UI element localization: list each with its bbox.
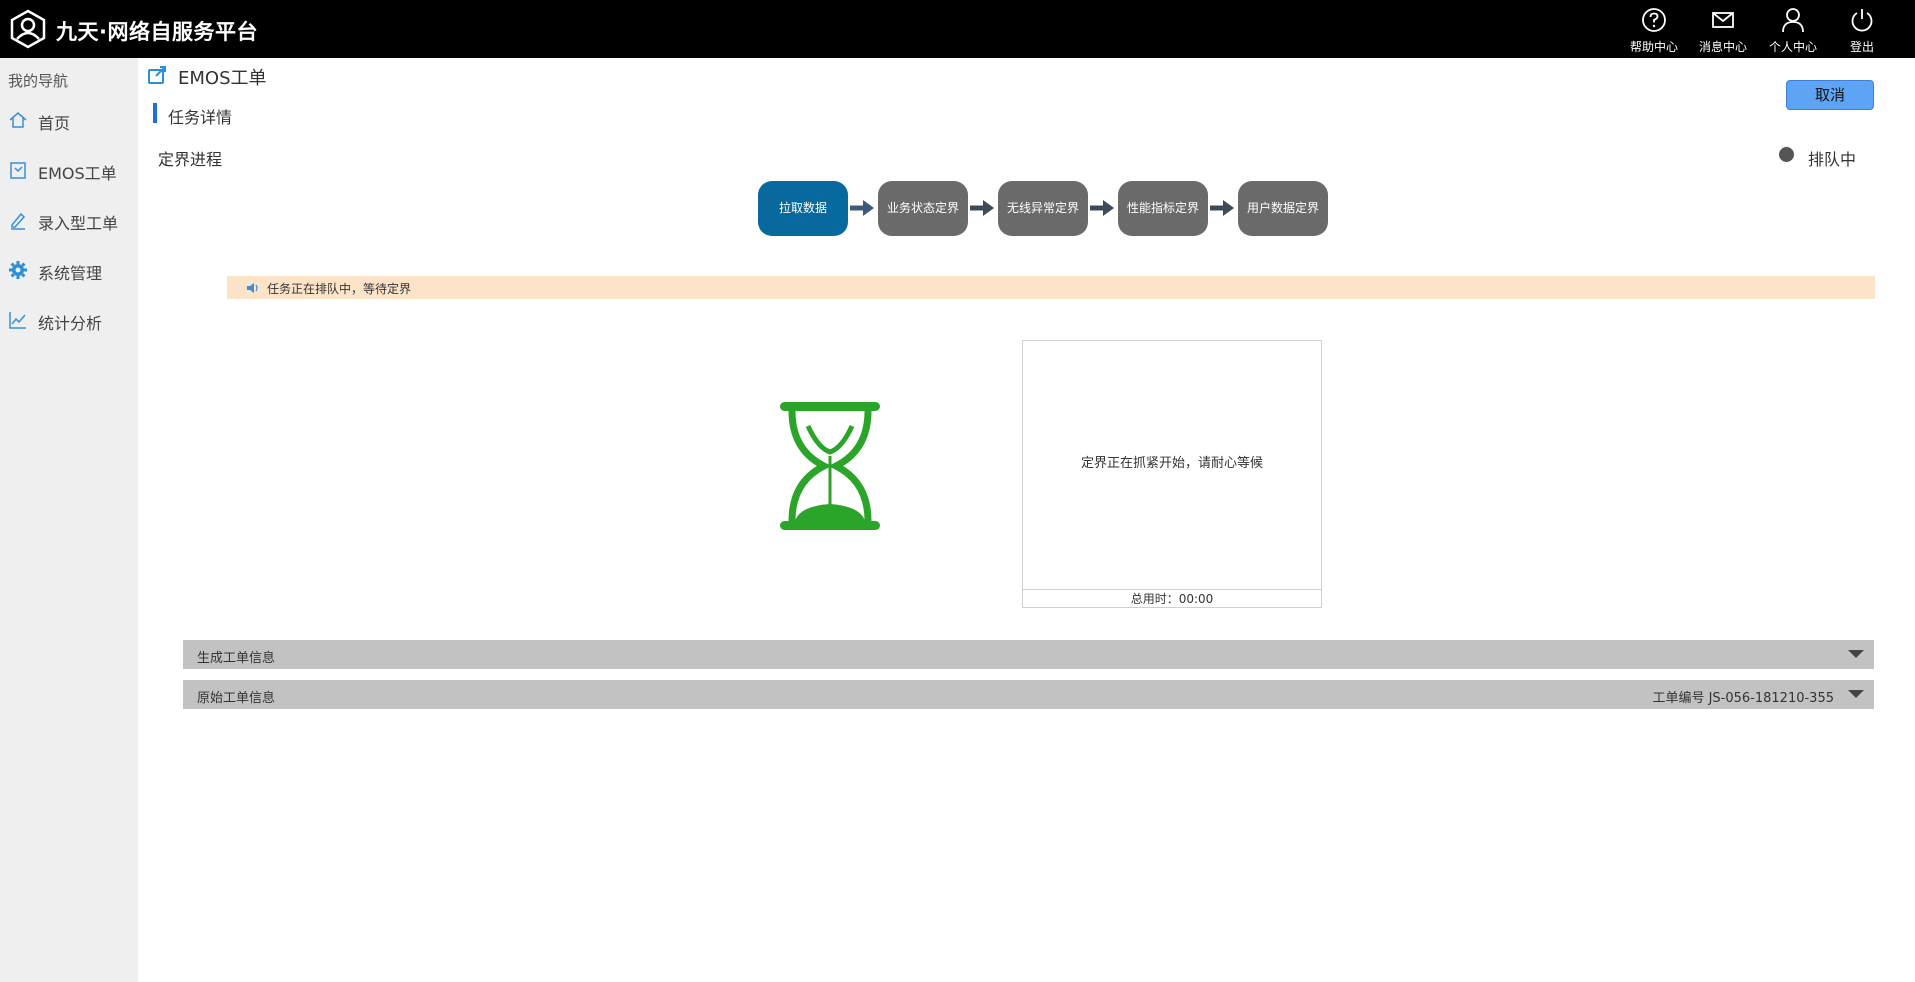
notice-bar: 任务正在排队中，等待定界 [227, 276, 1875, 299]
user-icon [1782, 8, 1804, 33]
step-performance-kpi[interactable]: 性能指标定界 [1118, 181, 1208, 236]
arrow-right-icon [1090, 200, 1114, 216]
panel-title: 生成工单信息 [197, 651, 276, 666]
wait-panel: 定界正在抓紧开始，请耐心等候 总用时：00:00 [1022, 340, 1322, 608]
step-fetch-data[interactable]: 拉取数据 [758, 181, 848, 236]
emos-page-icon [148, 66, 166, 84]
sidebar-item-emos[interactable]: EMOS工单 [0, 152, 138, 188]
step-wireless-anomaly[interactable]: 无线异常定界 [998, 181, 1088, 236]
message-center-label: 消息中心 [1698, 40, 1747, 54]
section-marker [153, 103, 157, 123]
message-center-button[interactable]: 消息中心 [1688, 6, 1758, 54]
sidebar-item-home[interactable]: 首页 [0, 102, 138, 138]
logo-icon [10, 9, 46, 49]
logout-button[interactable]: 登出 [1827, 6, 1897, 54]
home-icon [9, 112, 27, 128]
help-center-label: 帮助中心 [1629, 40, 1678, 54]
elapsed-time: 总用时：00:00 [1023, 589, 1321, 608]
arrow-right-icon [1210, 200, 1234, 216]
arrow-right-icon [970, 200, 994, 216]
edit-icon [11, 212, 26, 230]
caret-down-icon[interactable] [1848, 650, 1864, 658]
panel-original-ticket-info[interactable]: 原始工单信息 工单编号 JS-056-181210-355 [183, 680, 1874, 709]
section-title: 任务详情 [168, 108, 233, 127]
personal-center-button[interactable]: 个人中心 [1758, 6, 1828, 54]
wait-message: 定界正在抓紧开始，请耐心等候 [1080, 456, 1263, 471]
power-icon [1851, 9, 1873, 32]
sidebar-item-label: 统计分析 [38, 314, 103, 333]
queue-status-text: 排队中 [1808, 150, 1857, 169]
panel-generated-ticket-info[interactable]: 生成工单信息 [183, 640, 1874, 669]
arrow-right-icon [850, 200, 874, 216]
page-title: EMOS工单 [178, 68, 267, 89]
step-user-data[interactable]: 用户数据定界 [1238, 181, 1328, 236]
queue-status-icon [1779, 142, 1794, 162]
logout-label: 登出 [1849, 40, 1874, 54]
top-bar: 九天·网络自服务平台 帮助中心 消息中心 个人中心 登出 [0, 0, 1915, 58]
sidebar-item-entry-ticket[interactable]: 录入型工单 [0, 202, 138, 238]
sidebar-item-label: EMOS工单 [38, 164, 117, 183]
progress-label: 定界进程 [158, 150, 223, 169]
panel-title: 原始工单信息 [197, 691, 276, 706]
help-center-button[interactable]: 帮助中心 [1619, 6, 1689, 54]
cancel-button[interactable]: 取消 [1786, 80, 1874, 110]
sidebar-item-label: 系统管理 [38, 264, 103, 283]
gear-icon [9, 261, 27, 279]
notice-text: 任务正在排队中，等待定界 [267, 282, 412, 296]
sidebar-item-statistics[interactable]: 统计分析 [0, 302, 138, 338]
sidebar-item-label: 录入型工单 [38, 214, 119, 233]
ticket-number: 工单编号 JS-056-181210-355 [1652, 691, 1834, 706]
help-icon [1642, 8, 1666, 32]
sidebar: 我的导航 首页 EMOS工单 录入型工单 系统管理 统计分析 [0, 58, 138, 982]
mail-icon [1712, 12, 1734, 28]
ticket-icon [10, 162, 26, 179]
caret-down-icon[interactable] [1848, 690, 1864, 698]
brand-title: 九天·网络自服务平台 [56, 20, 258, 44]
personal-center-label: 个人中心 [1768, 40, 1817, 54]
step-service-status[interactable]: 业务状态定界 [878, 181, 968, 236]
speaker-icon [247, 283, 258, 293]
sidebar-item-label: 首页 [38, 114, 71, 133]
nav-title: 我的导航 [8, 72, 69, 90]
sidebar-item-system[interactable]: 系统管理 [0, 252, 138, 288]
hourglass-icon [780, 402, 880, 530]
chart-icon [9, 312, 26, 329]
